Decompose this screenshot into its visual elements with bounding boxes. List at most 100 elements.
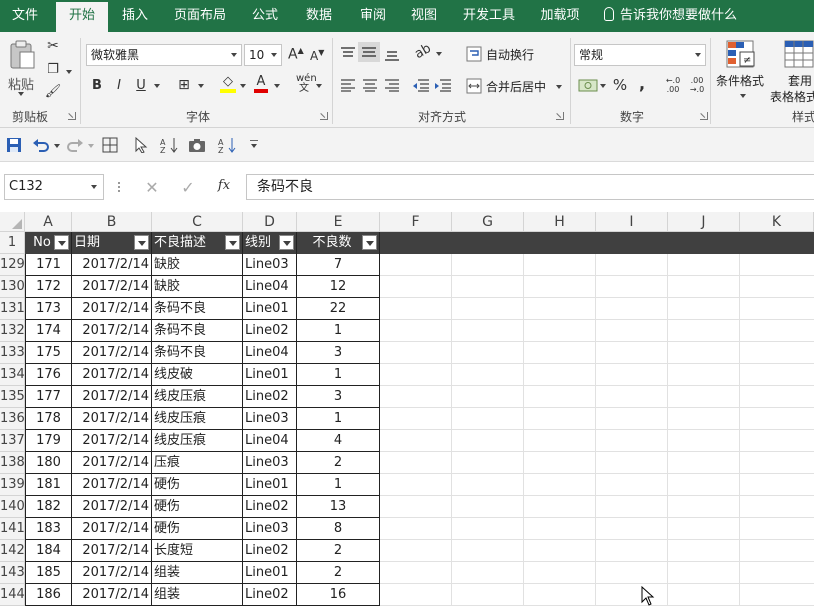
underline-button[interactable]: U — [134, 78, 148, 93]
font-color-icon[interactable]: A — [254, 74, 268, 93]
cell-no[interactable]: 175 — [25, 342, 72, 364]
format-painter-icon[interactable]: 🖌 — [44, 84, 62, 99]
font-size-select[interactable]: 10 — [244, 44, 282, 66]
cell-qty[interactable]: 2 — [297, 452, 380, 474]
cell-no[interactable]: 183 — [25, 518, 72, 540]
cell-no[interactable]: 186 — [25, 584, 72, 606]
column-header-c[interactable]: C — [152, 212, 243, 232]
row-header[interactable]: 139 — [0, 474, 25, 496]
cell-qty[interactable]: 16 — [297, 584, 380, 606]
filter-dropdown-icon[interactable] — [225, 235, 240, 250]
cell-qty[interactable]: 1 — [297, 408, 380, 430]
tab-formulas[interactable]: 公式 — [244, 0, 286, 32]
cell-no[interactable]: 178 — [25, 408, 72, 430]
cell-no[interactable]: 171 — [25, 254, 72, 276]
comma-button[interactable]: , — [636, 74, 648, 93]
filter-dropdown-icon[interactable] — [54, 235, 69, 250]
cell-qty[interactable]: 1 — [297, 474, 380, 496]
cell-line[interactable]: Line04 — [243, 276, 297, 298]
align-right-icon[interactable] — [384, 78, 400, 92]
filter-dropdown-icon[interactable] — [279, 235, 294, 250]
cell-qty[interactable]: 1 — [297, 364, 380, 386]
row-header[interactable]: 141 — [0, 518, 25, 540]
align-top-icon[interactable] — [340, 46, 356, 60]
cell-desc[interactable]: 线皮破 — [152, 364, 243, 386]
cancel-icon[interactable]: ✕ — [144, 178, 160, 197]
cell-desc[interactable]: 缺胶 — [152, 254, 243, 276]
column-header-k[interactable]: K — [740, 212, 814, 232]
tab-file[interactable]: 文件 — [4, 0, 46, 32]
cell-date[interactable]: 2017/2/14 — [72, 540, 152, 562]
column-header-d[interactable]: D — [243, 212, 297, 232]
cell-date[interactable]: 2017/2/14 — [72, 562, 152, 584]
row-header[interactable]: 132 — [0, 320, 25, 342]
align-center-icon[interactable] — [362, 78, 378, 92]
tab-page-layout[interactable]: 页面布局 — [168, 0, 232, 32]
cell-no[interactable]: 176 — [25, 364, 72, 386]
cell-line[interactable]: Line04 — [243, 430, 297, 452]
cell-date[interactable]: 2017/2/14 — [72, 496, 152, 518]
bold-button[interactable]: B — [90, 78, 104, 93]
cut-icon[interactable]: ✂ — [44, 38, 62, 54]
tell-me-search[interactable]: 告诉我你想要做什么 — [604, 0, 737, 32]
cell-date[interactable]: 2017/2/14 — [72, 320, 152, 342]
cell-desc[interactable]: 组装 — [152, 584, 243, 606]
cell-no[interactable]: 172 — [25, 276, 72, 298]
cell-qty[interactable]: 22 — [297, 298, 380, 320]
cell-qty[interactable]: 3 — [297, 386, 380, 408]
borders-all-icon[interactable] — [102, 137, 118, 153]
tab-view[interactable]: 视图 — [406, 0, 442, 32]
sort-ascending-icon[interactable]: AZ — [218, 137, 238, 153]
increase-decimal-icon[interactable]: ←.0.00 — [664, 76, 682, 94]
cell-desc[interactable]: 条码不良 — [152, 298, 243, 320]
paste-button[interactable]: 粘贴 — [6, 40, 38, 98]
cell-desc[interactable]: 线皮压痕 — [152, 408, 243, 430]
cell-qty[interactable]: 13 — [297, 496, 380, 518]
cell-date[interactable]: 2017/2/14 — [72, 342, 152, 364]
row-header[interactable]: 137 — [0, 430, 25, 452]
cell-desc[interactable]: 组装 — [152, 562, 243, 584]
row-header[interactable]: 135 — [0, 386, 25, 408]
tab-review[interactable]: 审阅 — [352, 0, 394, 32]
cell-line[interactable]: Line03 — [243, 254, 297, 276]
copy-icon[interactable]: ❐ — [44, 62, 62, 77]
cell-line[interactable]: Line01 — [243, 364, 297, 386]
cell-no[interactable]: 179 — [25, 430, 72, 452]
cell-date[interactable]: 2017/2/14 — [72, 518, 152, 540]
cell-date[interactable]: 2017/2/14 — [72, 276, 152, 298]
row-header[interactable]: 133 — [0, 342, 25, 364]
cell-line[interactable]: Line02 — [243, 320, 297, 342]
row-header[interactable]: 131 — [0, 298, 25, 320]
increase-font-icon[interactable]: A▲ — [288, 46, 304, 63]
cell-line[interactable]: Line02 — [243, 540, 297, 562]
font-launcher-icon[interactable] — [320, 112, 328, 120]
currency-icon[interactable] — [578, 77, 598, 93]
cell-date[interactable]: 2017/2/14 — [72, 408, 152, 430]
cell-qty[interactable]: 2 — [297, 562, 380, 584]
cell-desc[interactable]: 条码不良 — [152, 342, 243, 364]
column-header-h[interactable]: H — [524, 212, 596, 232]
cell-desc[interactable]: 线皮压痕 — [152, 430, 243, 452]
cell-desc[interactable]: 硬伤 — [152, 518, 243, 540]
cell-qty[interactable]: 12 — [297, 276, 380, 298]
cell-qty[interactable]: 7 — [297, 254, 380, 276]
select-all-corner[interactable] — [0, 212, 25, 232]
cell-qty[interactable]: 1 — [297, 320, 380, 342]
clipboard-launcher-icon[interactable] — [68, 112, 76, 120]
column-header-b[interactable]: B — [72, 212, 152, 232]
confirm-icon[interactable]: ✓ — [180, 178, 196, 197]
tab-data[interactable]: 数据 — [298, 0, 340, 32]
filter-dropdown-icon[interactable] — [134, 235, 149, 250]
align-left-icon[interactable] — [340, 78, 356, 92]
decrease-indent-icon[interactable] — [412, 78, 430, 92]
cell-desc[interactable]: 压痕 — [152, 452, 243, 474]
tab-insert[interactable]: 插入 — [114, 0, 156, 32]
tab-developer[interactable]: 开发工具 — [454, 0, 524, 32]
align-middle-icon[interactable] — [358, 42, 380, 62]
row-header[interactable]: 130 — [0, 276, 25, 298]
cell-line[interactable]: Line03 — [243, 408, 297, 430]
column-header-i[interactable]: I — [596, 212, 668, 232]
cell-line[interactable]: Line03 — [243, 452, 297, 474]
cell-desc[interactable]: 硬伤 — [152, 474, 243, 496]
customize-qat-icon[interactable] — [250, 140, 258, 150]
